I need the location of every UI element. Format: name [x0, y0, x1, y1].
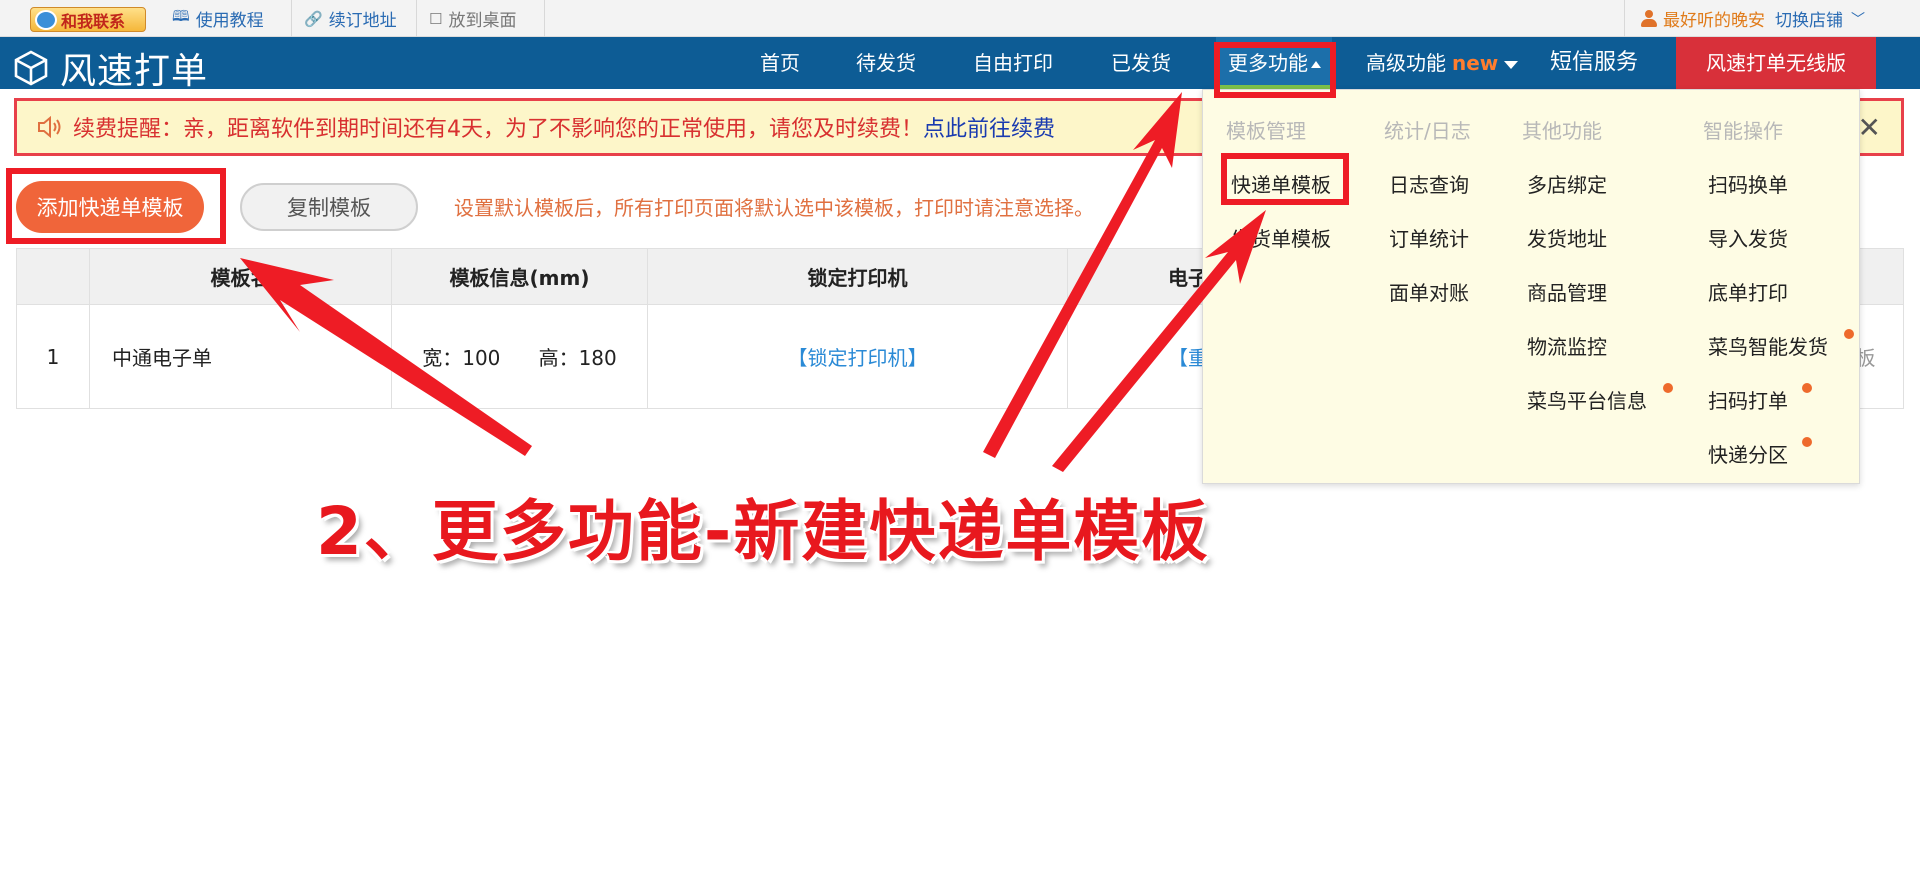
renew-link[interactable]: 点此前往续费 — [923, 111, 1055, 143]
caret-down-icon — [1504, 60, 1519, 69]
brand-logo[interactable]: 风速打单 — [14, 42, 208, 94]
bookmark-label: 续订地址 — [328, 11, 397, 31]
lock-printer-cell: 【锁定打印机】 — [647, 304, 1068, 409]
user-name: 最好听的晚安 — [1663, 11, 1765, 31]
new-dot-badge — [1802, 437, 1812, 447]
desktop-shortcut-link[interactable]: ☐ 放到桌面 — [417, 0, 545, 37]
default-template-hint: 设置默认模板后，所有打印页面将默认选中该模板，打印时请注意选择。 — [454, 196, 1094, 220]
nav-free-print[interactable]: 自由打印 — [973, 37, 1053, 89]
nav-wireless-version[interactable]: 风速打单无线版 — [1676, 37, 1876, 89]
lock-printer-link[interactable]: 【锁定打印机】 — [788, 346, 928, 370]
nav-shipped[interactable]: 已发货 — [1111, 37, 1171, 89]
nav-advanced[interactable]: 高级功能 new — [1366, 37, 1519, 89]
user-menu[interactable]: 最好听的晚安 切换店铺 ﹀ — [1624, 0, 1920, 37]
utility-bar: 和我联系 🕮 使用教程 🔗 续订地址 ☐ 放到桌面 最好听的晚安 切换店铺 ﹀ — [0, 0, 1920, 37]
dropdown-header-other: 其他功能 — [1522, 119, 1602, 143]
menu-item-import-ship[interactable]: 导入发货 — [1708, 223, 1788, 252]
bookmark-link[interactable]: 🔗 续订地址 — [292, 0, 417, 37]
cube-logo-icon — [14, 50, 48, 86]
column-header: 模板名 — [89, 248, 392, 305]
menu-item-order-stats[interactable]: 订单统计 — [1389, 223, 1469, 252]
caret-up-icon — [1311, 61, 1321, 68]
desktop-label: 放到桌面 — [448, 11, 517, 31]
close-icon[interactable]: ✕ — [1858, 111, 1881, 144]
desktop-icon: ☐ — [429, 9, 443, 28]
menu-item-ship-address[interactable]: 发货地址 — [1527, 223, 1607, 252]
menu-item-product-mgmt[interactable]: 商品管理 — [1527, 277, 1607, 306]
nav-more-label: 更多功能 — [1228, 51, 1308, 75]
nav-home[interactable]: 首页 — [760, 37, 800, 89]
new-dot-badge — [1663, 383, 1673, 393]
dropdown-header-template: 模板管理 — [1226, 119, 1306, 143]
menu-item-express-template[interactable]: 快递单模板 — [1231, 169, 1331, 198]
user-icon — [1641, 9, 1657, 28]
menu-item-log-query[interactable]: 日志查询 — [1389, 169, 1469, 198]
renewal-text: 续费提醒：亲，距离软件到期时间还有4天，为了不影响您的正常使用，请您及时续费！ — [73, 117, 923, 142]
copy-template-button[interactable]: 复制模板 — [240, 183, 418, 231]
template-height: 高：180 — [538, 346, 617, 370]
contact-us-label: 和我联系 — [61, 11, 126, 31]
menu-item-scan-swap[interactable]: 扫码换单 — [1708, 169, 1788, 198]
menu-item-scan-print[interactable]: 扫码打单 — [1708, 385, 1788, 414]
tutorial-label: 使用教程 — [195, 11, 264, 31]
tutorial-link[interactable]: 🕮 使用教程 — [160, 0, 292, 37]
book-icon: 🕮 — [172, 7, 190, 25]
new-dot-badge — [1802, 383, 1812, 393]
qq-icon — [35, 9, 57, 30]
menu-item-cainiao-smart-ship[interactable]: 菜鸟智能发货 — [1708, 331, 1828, 360]
menu-item-express-zone[interactable]: 快递分区 — [1708, 439, 1788, 468]
new-badge: new — [1452, 51, 1499, 75]
column-header: 锁定打印机 — [647, 248, 1068, 305]
template-size: 宽：100 高：180 — [391, 304, 648, 409]
menu-item-invoice-template[interactable]: 发货单模板 — [1231, 223, 1331, 252]
wireless-label: 风速打单无线版 — [1706, 51, 1846, 75]
nav-more-features[interactable]: 更多功能 — [1216, 37, 1332, 89]
menu-item-logistics-monitor[interactable]: 物流监控 — [1527, 331, 1607, 360]
nav-sms[interactable]: 短信服务 — [1550, 37, 1638, 89]
instruction-caption: 2、更多功能-新建快递单模板 — [316, 493, 1210, 570]
more-features-dropdown: 模板管理 统计/日志 其他功能 智能操作 快递单模板 发货单模板 日志查询 订单… — [1202, 89, 1860, 484]
switch-shop-link[interactable]: 切换店铺 — [1775, 6, 1843, 31]
menu-item-waybill-reconcile[interactable]: 面单对账 — [1389, 277, 1469, 306]
contact-us-button[interactable]: 和我联系 — [30, 7, 146, 32]
menu-item-cainiao-info[interactable]: 菜鸟平台信息 — [1527, 385, 1647, 414]
column-header: 模板信息(mm) — [391, 248, 648, 305]
chevron-down-icon: ﹀ — [1851, 11, 1865, 28]
dropdown-header-smart: 智能操作 — [1703, 119, 1783, 143]
main-nav: 风速打单 首页 待发货 自由打印 已发货 更多功能 高级功能 new 短信服务 风… — [0, 37, 1920, 92]
row-index: 1 — [16, 304, 90, 409]
brand-name: 风速打单 — [60, 51, 209, 92]
menu-item-multi-shop[interactable]: 多店绑定 — [1527, 169, 1607, 198]
link-icon: 🔗 — [304, 9, 323, 28]
nav-advanced-label: 高级功能 — [1366, 51, 1446, 75]
add-template-button[interactable]: 添加快递单模板 — [16, 181, 204, 233]
new-dot-badge — [1844, 329, 1854, 339]
template-name: 中通电子单 — [89, 304, 392, 409]
menu-item-stub-print[interactable]: 底单打印 — [1708, 277, 1788, 306]
speaker-icon — [38, 116, 61, 138]
column-header — [16, 248, 90, 305]
nav-pending[interactable]: 待发货 — [856, 37, 916, 89]
template-width: 宽：100 — [422, 346, 501, 370]
dropdown-header-stats: 统计/日志 — [1384, 119, 1471, 143]
screen: 和我联系 🕮 使用教程 🔗 续订地址 ☐ 放到桌面 最好听的晚安 切换店铺 ﹀ — [0, 0, 1920, 869]
